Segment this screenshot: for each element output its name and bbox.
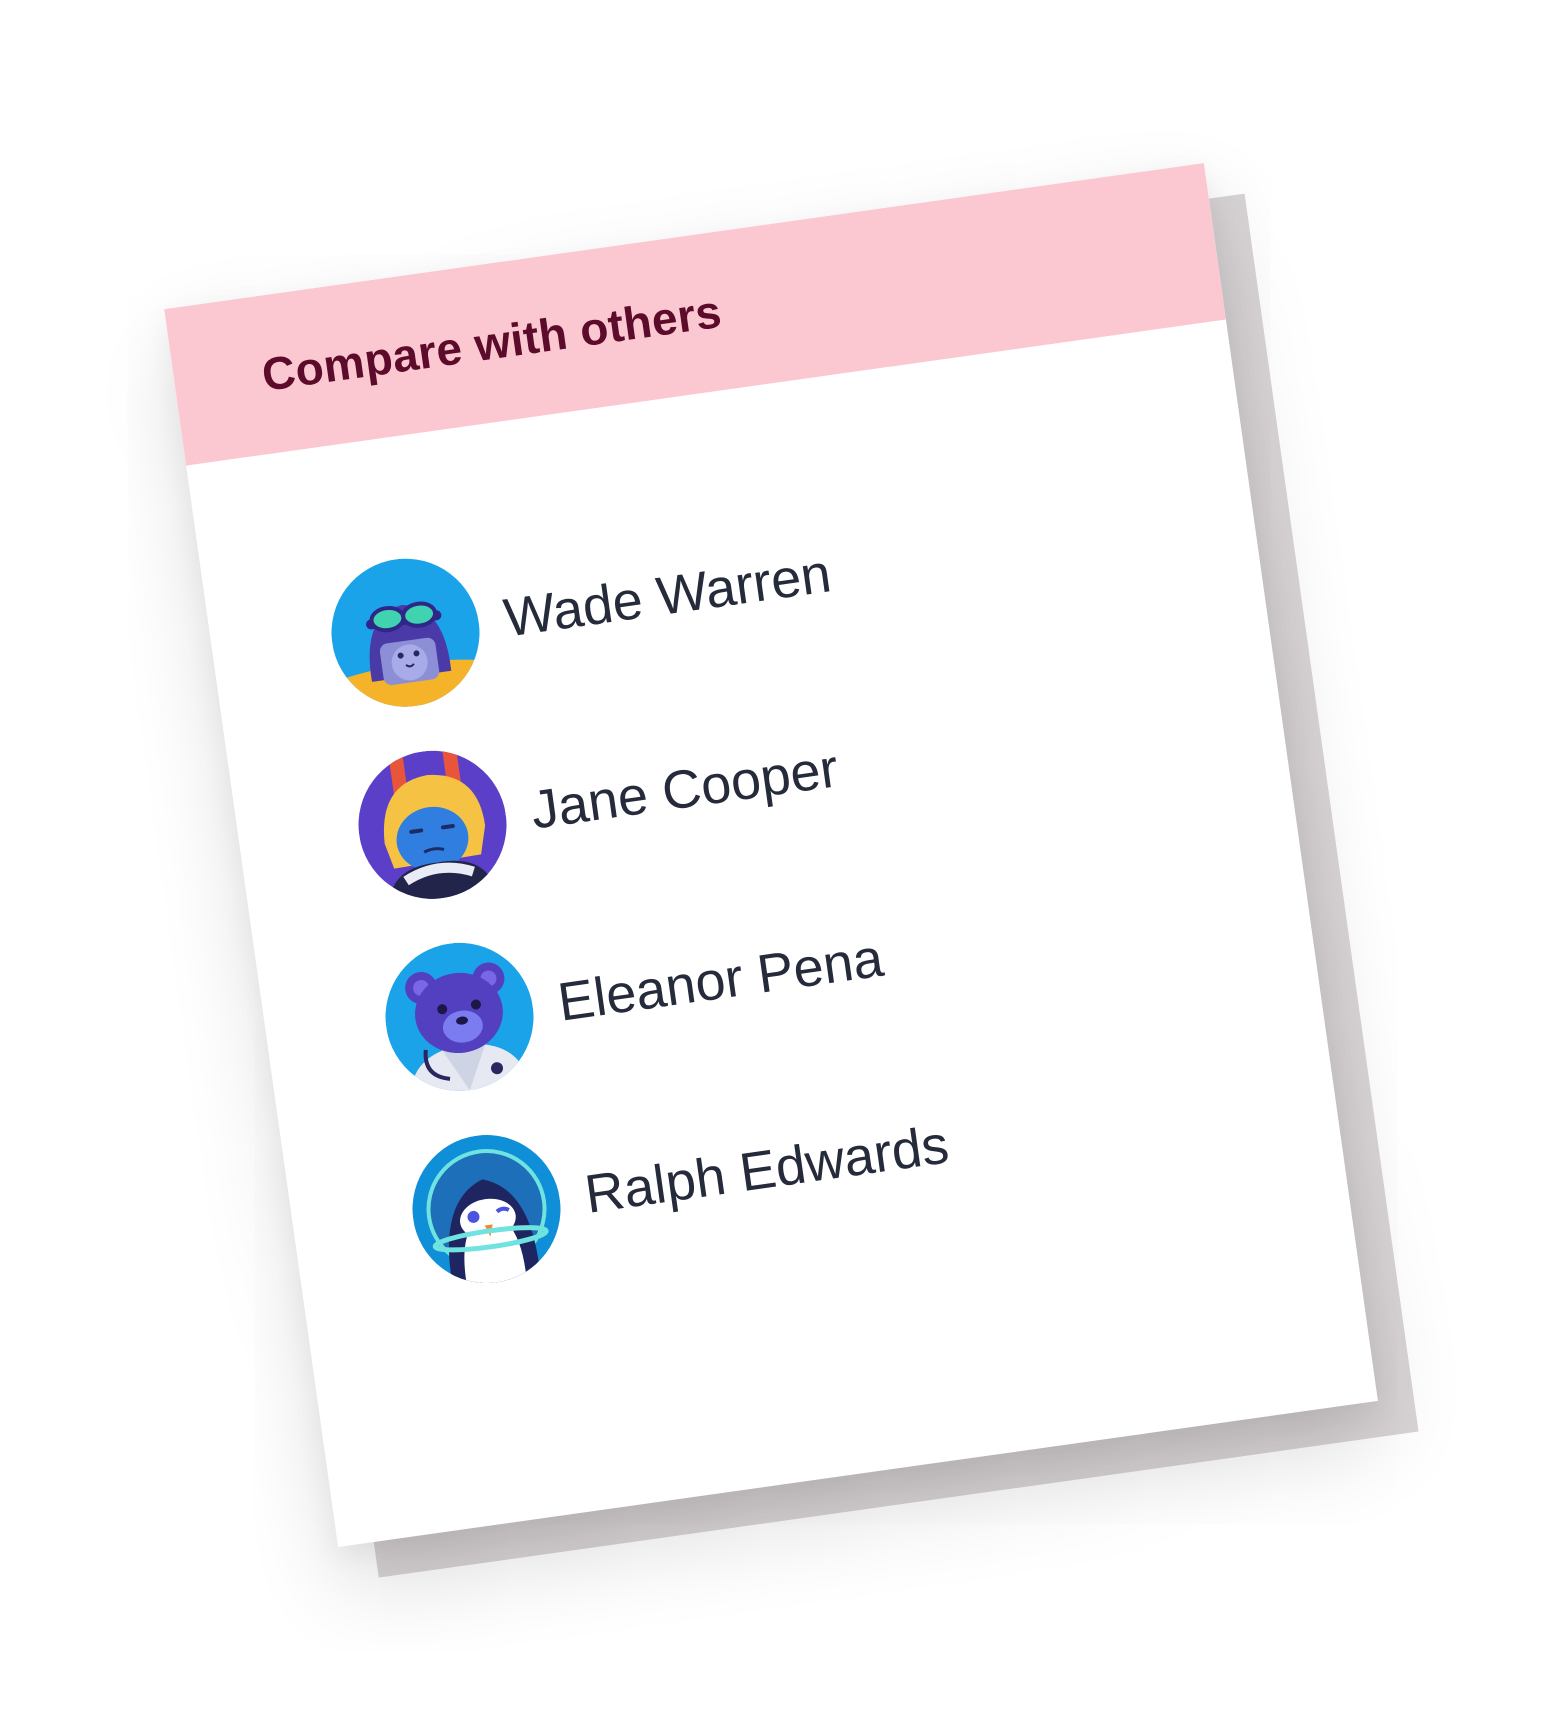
doctor-bear-avatar-icon: [375, 933, 544, 1101]
person-item-ralph-edwards[interactable]: Ralph Edwards: [402, 1071, 959, 1293]
person-name: Ralph Edwards: [581, 1114, 953, 1225]
card-header: Compare with others: [164, 163, 1226, 466]
pilot-helmet-avatar-icon: [321, 549, 490, 717]
person-name: Wade Warren: [500, 543, 835, 649]
person-name: Jane Cooper: [527, 738, 842, 841]
person-item-jane-cooper[interactable]: Jane Cooper: [348, 695, 848, 909]
stage: Compare with others Wade Warren Jane Coo…: [0, 0, 1556, 1731]
compare-card: Compare with others Wade Warren Jane Coo…: [164, 163, 1378, 1547]
person-item-wade-warren[interactable]: Wade Warren: [321, 500, 841, 717]
person-item-eleanor-pena[interactable]: Eleanor Pena: [375, 884, 893, 1101]
card-title: Compare with others: [258, 284, 725, 401]
tilted-card-group: Compare with others Wade Warren Jane Coo…: [164, 163, 1419, 1578]
person-name: Eleanor Pena: [554, 927, 887, 1033]
blonde-driver-avatar-icon: [348, 741, 517, 909]
astronaut-penguin-avatar-icon: [402, 1125, 571, 1293]
